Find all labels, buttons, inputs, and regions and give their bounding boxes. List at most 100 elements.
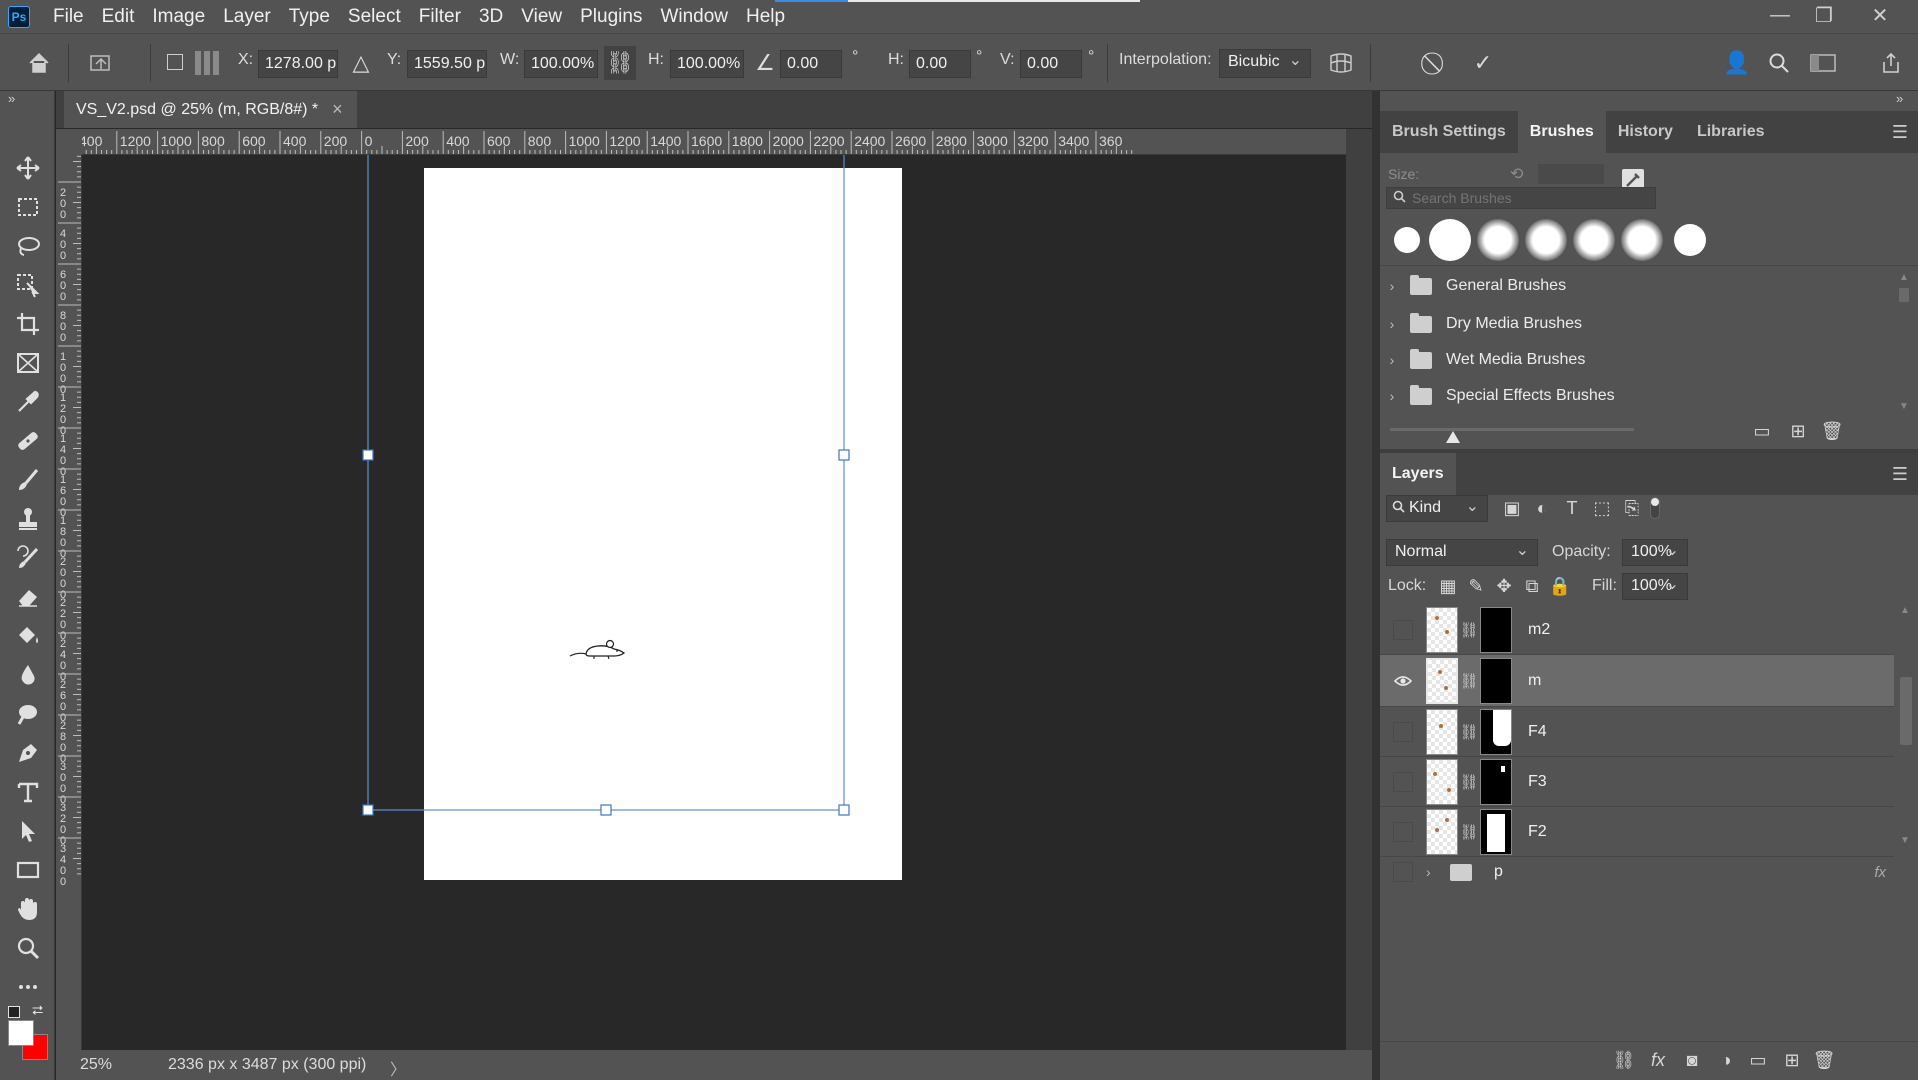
healing-brush-tool-icon[interactable] xyxy=(0,422,55,460)
more-tools-icon[interactable] xyxy=(0,968,55,1006)
lock-image-pixels-icon[interactable]: ✎ xyxy=(1462,572,1490,600)
vertical-ruler[interactable]: 0200400600800100012001400160018002000220… xyxy=(56,155,82,1050)
eyedropper-tool-icon[interactable] xyxy=(0,383,55,421)
brush-search[interactable] xyxy=(1386,187,1656,209)
cancel-transform-icon[interactable]: ⃠ xyxy=(1420,46,1454,80)
lock-artboard-icon[interactable]: ⧉ xyxy=(1518,572,1546,600)
expand-chevron-icon[interactable]: › xyxy=(1380,388,1404,404)
layer-mask-thumbnail[interactable] xyxy=(1480,708,1512,755)
layer-row-m[interactable]: ⛓ m xyxy=(1380,655,1894,707)
layers-panel-menu-icon[interactable]: ☰ xyxy=(1888,462,1912,486)
expand-group-chevron-icon[interactable]: › xyxy=(1426,864,1446,880)
hand-tool-icon[interactable] xyxy=(0,890,55,928)
pen-tool-icon[interactable] xyxy=(0,734,55,772)
canvas-area[interactable] xyxy=(82,155,1346,1050)
fill-field[interactable]: 100% xyxy=(1622,573,1688,600)
brush-preset-soft-1[interactable] xyxy=(1474,219,1522,261)
restore-button[interactable]: ❐ xyxy=(1802,0,1846,30)
workspace-icon[interactable] xyxy=(1806,46,1840,80)
brush-panel-menu-icon[interactable]: ☰ xyxy=(1888,120,1912,144)
h-skew-field[interactable]: 0.00 xyxy=(909,50,971,78)
interpolation-dropdown[interactable]: Bicubic xyxy=(1219,49,1311,78)
transform-bounding-box[interactable] xyxy=(82,155,1346,1050)
collapse-toolbar-icon[interactable]: » xyxy=(8,91,15,106)
menu-view[interactable]: View xyxy=(512,0,571,33)
link-mask-icon[interactable]: ⛓ xyxy=(1458,773,1480,791)
zoom-level[interactable]: 25% xyxy=(80,1056,112,1074)
transform-handle-bottom[interactable] xyxy=(600,804,612,816)
transform-handle-bottom-left[interactable] xyxy=(362,804,374,816)
v-skew-field[interactable]: 0.00 xyxy=(1020,50,1082,78)
crop-tool-icon[interactable] xyxy=(0,305,55,343)
opacity-field[interactable]: 100% xyxy=(1622,539,1688,566)
transform-handle-right[interactable] xyxy=(838,449,850,461)
link-icon[interactable]: ⛓ xyxy=(604,46,636,80)
layer-filter-kind-dropdown[interactable]: Kind xyxy=(1386,495,1488,522)
layer-row-F2[interactable]: ⛓ F2 xyxy=(1380,807,1894,857)
menu-filter[interactable]: Filter xyxy=(410,0,470,33)
brush-preset-soft-2[interactable] xyxy=(1522,219,1570,261)
brush-preset-hard-large[interactable] xyxy=(1426,219,1474,261)
menu-window[interactable]: Window xyxy=(651,0,737,33)
preview-size-slider-thumb[interactable] xyxy=(1446,431,1460,443)
brush-preset-soft-4[interactable] xyxy=(1618,219,1666,261)
search-icon[interactable] xyxy=(1762,46,1796,80)
search-brushes-input[interactable] xyxy=(1412,190,1642,206)
visibility-toggle-p[interactable] xyxy=(1393,862,1413,882)
menu-plugins[interactable]: Plugins xyxy=(571,0,651,33)
brush-folder-dry-media[interactable]: › Dry Media Brushes xyxy=(1380,304,1894,344)
reference-point-checkbox[interactable] xyxy=(167,54,183,70)
brush-size-field[interactable] xyxy=(1538,164,1604,184)
canvas-vertical-scrollbar[interactable] xyxy=(1346,129,1372,1050)
visibility-toggle-F4[interactable] xyxy=(1393,721,1413,742)
visibility-toggle-F2[interactable] xyxy=(1393,821,1413,842)
path-selection-tool-icon[interactable] xyxy=(0,812,55,850)
reference-point-grid-icon[interactable] xyxy=(195,51,219,75)
expand-chevron-icon[interactable]: › xyxy=(1380,352,1404,368)
tab-brush-settings[interactable]: Brush Settings xyxy=(1380,111,1518,153)
link-mask-icon[interactable]: ⛓ xyxy=(1458,621,1480,639)
layer-row-F3[interactable]: ⛓ F3 xyxy=(1380,757,1894,807)
y-position-field[interactable]: 1559.50 p xyxy=(407,50,487,78)
menu-layer[interactable]: Layer xyxy=(214,0,280,33)
height-field[interactable]: 100.00% xyxy=(670,50,744,78)
new-layer-icon[interactable]: ⊞ xyxy=(1778,1046,1806,1074)
commit-transform-icon[interactable]: ✓ xyxy=(1466,46,1500,80)
ruler-origin[interactable] xyxy=(56,129,82,155)
layer-group-p[interactable]: › p fx xyxy=(1380,857,1894,887)
layer-mask-thumbnail[interactable] xyxy=(1480,657,1512,704)
link-mask-icon[interactable]: ⛓ xyxy=(1458,672,1480,690)
swap-colors-icon[interactable]: ⮂ xyxy=(32,1002,43,1019)
close-document-icon[interactable]: × xyxy=(332,99,343,120)
visibility-toggle-m2[interactable] xyxy=(1393,619,1413,640)
filter-shape-layers-icon[interactable]: ⬚ xyxy=(1588,494,1616,522)
lock-transparent-pixels-icon[interactable]: ▦ xyxy=(1434,572,1462,600)
brush-preset-hard-small[interactable] xyxy=(1388,219,1426,261)
new-group-icon[interactable]: ▭ xyxy=(1744,1046,1772,1074)
brush-list-scrollbar[interactable]: ▲ ▼ xyxy=(1896,266,1912,416)
tab-history[interactable]: History xyxy=(1606,111,1685,153)
width-field[interactable]: 100.00% xyxy=(524,50,598,78)
filter-toggle-switch[interactable] xyxy=(1650,497,1660,519)
lock-position-icon[interactable]: ✥ xyxy=(1490,572,1518,600)
lock-all-icon[interactable]: 🔒 xyxy=(1546,572,1574,600)
panel-dock-divider[interactable] xyxy=(1372,91,1380,1080)
blend-mode-dropdown[interactable]: Normal xyxy=(1386,539,1538,566)
layer-mask-thumbnail[interactable] xyxy=(1480,758,1512,805)
layer-row-m2[interactable]: ⛓ m2 xyxy=(1380,605,1894,655)
transform-handle-bottom-right[interactable] xyxy=(838,804,850,816)
horizontal-ruler[interactable]: 4001200100080060040020002004006008001000… xyxy=(82,129,1346,155)
marquee-tool-icon[interactable] xyxy=(0,188,55,226)
brush-folder-wet-media[interactable]: › Wet Media Brushes xyxy=(1380,340,1894,380)
brush-preview-size-slider[interactable] xyxy=(1390,428,1634,431)
delete-brush-icon[interactable]: 🗑 xyxy=(1818,417,1846,445)
eye-icon[interactable] xyxy=(1380,675,1426,687)
new-adjustment-layer-icon[interactable]: ◑ xyxy=(1712,1046,1740,1074)
share-icon[interactable] xyxy=(1874,46,1908,80)
rectangle-tool-icon[interactable] xyxy=(0,851,55,889)
brush-tool-icon[interactable] xyxy=(0,461,55,499)
lasso-tool-icon[interactable] xyxy=(0,227,55,265)
collapse-panels-icon[interactable]: » xyxy=(1896,91,1903,106)
history-brush-tool-icon[interactable] xyxy=(0,539,55,577)
menu-edit[interactable]: Edit xyxy=(93,0,144,33)
